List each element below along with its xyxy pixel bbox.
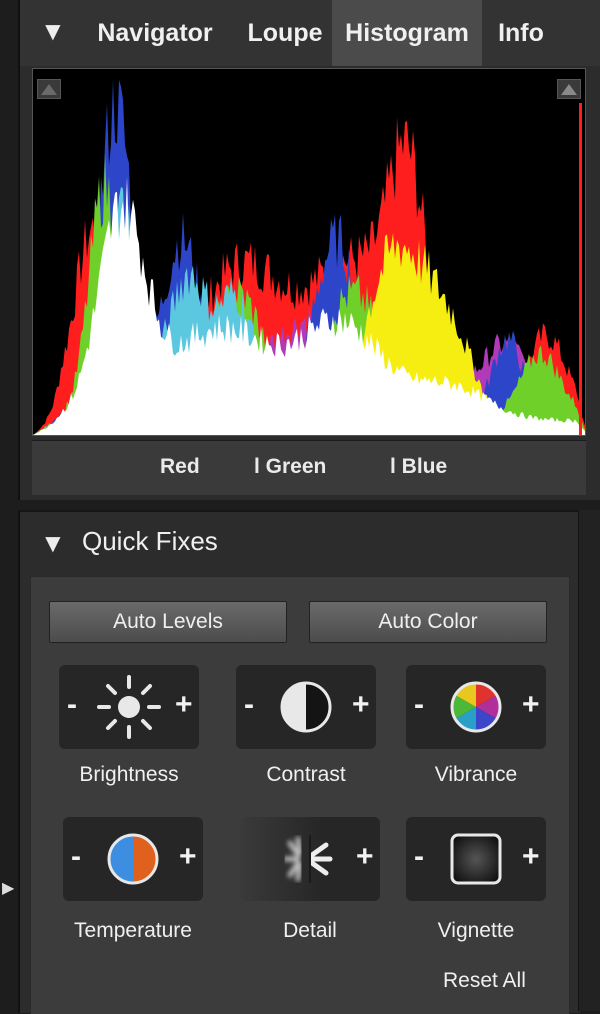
- panel-title: Quick Fixes: [82, 526, 218, 556]
- expand-arrow-icon[interactable]: ▶: [2, 878, 14, 898]
- collapse-triangle-icon[interactable]: ▼: [40, 528, 66, 559]
- vibrance-decrease-button[interactable]: -: [414, 685, 424, 725]
- vibrance-label: Vibrance: [434, 763, 518, 786]
- detail-label: Detail: [283, 919, 337, 942]
- collapse-triangle-icon[interactable]: ▼: [40, 16, 66, 47]
- brightness-increase-button[interactable]: +: [175, 685, 193, 725]
- contrast-increase-button[interactable]: +: [352, 685, 370, 725]
- vignette-decrease-button[interactable]: -: [414, 837, 424, 877]
- quick-fixes-content: Auto Levels Auto Color - + Brightness -: [30, 576, 570, 1014]
- highlight-clipping-indicator-icon[interactable]: [557, 79, 581, 99]
- tab-histogram[interactable]: Histogram: [332, 0, 482, 66]
- brightness-decrease-button[interactable]: -: [67, 685, 77, 725]
- tab-navigator[interactable]: Navigator: [88, 0, 222, 66]
- vignette-increase-button[interactable]: +: [522, 837, 540, 877]
- color-wheel-icon: [450, 681, 502, 733]
- auto-color-button[interactable]: Auto Color: [309, 601, 547, 643]
- histogram-clipping-spike: [579, 103, 582, 435]
- shadow-clipping-indicator-icon[interactable]: [37, 79, 61, 99]
- brightness-label: Brightness: [79, 763, 179, 786]
- vignette-label: Vignette: [437, 919, 515, 942]
- temperature-increase-button[interactable]: +: [179, 837, 197, 877]
- contrast-label: Contrast: [266, 763, 346, 786]
- vibrance-increase-button[interactable]: +: [522, 685, 540, 725]
- channel-legend: Red l Green l Blue: [32, 440, 586, 495]
- legend-green: l Green: [254, 455, 327, 478]
- brightness-control: - +: [59, 665, 199, 749]
- detail-icon: [283, 835, 333, 883]
- sun-icon: [97, 675, 161, 739]
- detail-control: +: [240, 817, 380, 901]
- tab-loupe[interactable]: Loupe: [232, 0, 338, 66]
- detail-increase-button[interactable]: +: [356, 837, 374, 877]
- vignette-control: - +: [406, 817, 546, 901]
- temperature-icon: [107, 833, 159, 885]
- temperature-label: Temperature: [74, 919, 192, 942]
- contrast-icon: [280, 681, 332, 733]
- legend-red: Red: [160, 455, 200, 478]
- histogram-display: [32, 68, 586, 436]
- contrast-decrease-button[interactable]: -: [244, 685, 254, 725]
- contrast-control: - +: [236, 665, 376, 749]
- histogram-graph: [33, 80, 585, 435]
- panel-scrollbar[interactable]: [578, 510, 600, 1011]
- vibrance-control: - +: [406, 665, 546, 749]
- reset-all-button[interactable]: Reset All: [443, 969, 526, 993]
- vignette-icon: [450, 833, 502, 885]
- auto-levels-button[interactable]: Auto Levels: [49, 601, 287, 643]
- panel-tab-bar: ▼ Navigator Loupe Histogram Info: [20, 0, 600, 66]
- legend-blue: l Blue: [390, 455, 448, 478]
- quick-fixes-panel: ▼ Quick Fixes Auto Levels Auto Color - +…: [18, 510, 580, 1014]
- histogram-panel: ▼ Navigator Loupe Histogram Info Red l G…: [18, 0, 600, 500]
- temperature-decrease-button[interactable]: -: [71, 837, 81, 877]
- tab-info[interactable]: Info: [490, 0, 552, 66]
- temperature-control: - +: [63, 817, 203, 901]
